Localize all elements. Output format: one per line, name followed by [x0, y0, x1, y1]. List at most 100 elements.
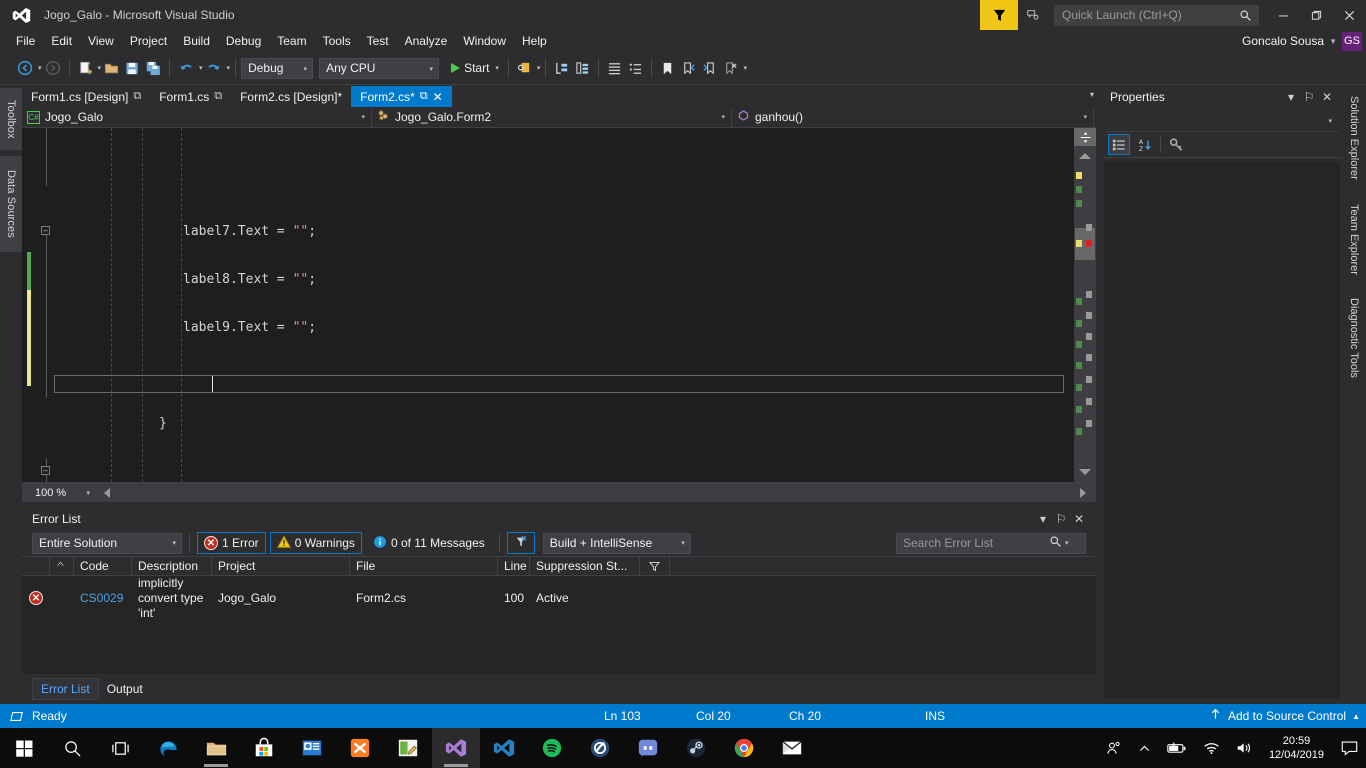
sidebar-item-data-sources[interactable]: Data Sources — [0, 156, 22, 252]
editor-icon[interactable] — [384, 728, 432, 768]
property-pages-key-icon[interactable] — [1165, 134, 1187, 155]
microsoft-store-icon[interactable] — [240, 728, 288, 768]
previous-bookmark-icon[interactable] — [678, 56, 699, 80]
tab-form2-design[interactable]: Form2.cs [Design]* — [231, 86, 352, 107]
zoom-level-combo[interactable]: 100 % ▾ — [32, 483, 94, 502]
chevron-down-icon[interactable]: ▾ — [537, 64, 541, 72]
tab-error-list[interactable]: Error List — [32, 678, 99, 700]
search-button[interactable] — [48, 728, 96, 768]
categorized-view-icon[interactable] — [1108, 134, 1130, 155]
menu-file[interactable]: File — [8, 31, 43, 51]
chevron-down-icon[interactable]: ▼ — [1329, 37, 1337, 46]
column-header-file[interactable]: File — [350, 556, 498, 576]
notification-icon[interactable] — [1018, 0, 1048, 30]
code-editor[interactable]: – – label7.Text = ""; label8.Text = ""; … — [22, 128, 1096, 482]
sidebar-item-solution-explorer[interactable]: Solution Explorer — [1342, 88, 1366, 188]
task-view-button[interactable] — [96, 728, 144, 768]
pin-icon[interactable]: ⚐ — [1052, 509, 1070, 529]
column-header-project[interactable]: Project — [212, 556, 350, 576]
clock[interactable]: 20:59 12/04/2019 — [1261, 734, 1332, 762]
chevron-down-icon[interactable]: ▾ — [1328, 117, 1332, 125]
action-center-icon[interactable] — [1332, 728, 1366, 768]
start-button[interactable] — [0, 728, 48, 768]
show-hidden-icons-icon[interactable] — [1130, 742, 1159, 755]
properties-grid[interactable] — [1104, 162, 1340, 698]
menu-tools[interactable]: Tools — [315, 31, 359, 51]
code-text[interactable]: label7.Text = ""; label8.Text = ""; labe… — [54, 128, 1096, 482]
chevron-down-icon[interactable]: ▾ — [1065, 539, 1069, 547]
menu-test[interactable]: Test — [359, 31, 397, 51]
solution-configuration-combo[interactable]: Debug ▾ — [241, 57, 314, 79]
close-icon[interactable]: ✕ — [1318, 87, 1336, 107]
sidebar-item-team-explorer[interactable]: Team Explorer — [1342, 196, 1366, 282]
warnings-toggle-button[interactable]: 0 Warnings — [269, 532, 362, 554]
column-header-code[interactable]: Code — [74, 556, 132, 576]
battery-charging-icon[interactable] — [1159, 741, 1195, 755]
xampp-icon[interactable] — [336, 728, 384, 768]
add-to-source-control-button[interactable]: Add to Source Control ▲ — [1209, 708, 1360, 724]
navigate-back-icon[interactable] — [14, 56, 36, 80]
menu-analyze[interactable]: Analyze — [397, 31, 456, 51]
collapse-toggle-ganhou[interactable]: – — [41, 226, 50, 235]
start-debug-button[interactable]: Start ▾ — [447, 56, 503, 80]
scroll-left-button[interactable] — [104, 487, 110, 498]
drag-handle[interactable] — [1172, 100, 1274, 102]
tab-overflow-icon[interactable]: ▾ — [1090, 90, 1094, 99]
step-into-icon[interactable] — [551, 56, 572, 80]
chevron-down-icon[interactable]: ▾ — [681, 539, 685, 547]
minimize-button[interactable] — [1267, 0, 1300, 30]
attach-to-process-icon[interactable] — [514, 56, 535, 80]
menu-project[interactable]: Project — [122, 31, 175, 51]
menu-edit[interactable]: Edit — [43, 31, 80, 51]
alphabetical-sort-icon[interactable]: AZ — [1134, 134, 1156, 155]
toolbar-overflow-icon[interactable]: ▾ — [743, 64, 747, 72]
chevron-down-icon[interactable]: ▾ — [1282, 87, 1300, 107]
search-input[interactable] — [1055, 8, 1230, 22]
messages-toggle-button[interactable]: 0 of 11 Messages — [366, 532, 492, 554]
maximize-button[interactable] — [1300, 0, 1333, 30]
chevron-down-icon[interactable]: ▾ — [304, 65, 308, 73]
file-explorer-icon[interactable] — [192, 728, 240, 768]
member-dropdown[interactable]: ganhou() ▾ — [732, 107, 1094, 127]
menu-debug[interactable]: Debug — [218, 31, 269, 51]
split-view-button[interactable] — [1074, 128, 1096, 146]
comment-icon[interactable] — [604, 56, 625, 80]
pin-icon[interactable]: ⧉ — [420, 90, 428, 103]
column-header-sort-indicator[interactable] — [50, 556, 74, 576]
pin-icon[interactable]: ⚐ — [1300, 87, 1318, 107]
error-code[interactable]: CS0029 — [74, 576, 132, 620]
chevron-down-icon[interactable]: ▾ — [86, 489, 90, 497]
step-over-icon[interactable] — [572, 56, 593, 80]
save-all-icon[interactable] — [143, 56, 164, 80]
drag-handle[interactable] — [88, 522, 1026, 524]
visual-studio-icon[interactable] — [432, 728, 480, 768]
column-header-suppression[interactable]: Suppression St... — [530, 556, 640, 576]
errors-toggle-button[interactable]: ✕ 1 Error — [197, 532, 266, 554]
sidebar-item-toolbox[interactable]: Toolbox — [0, 88, 22, 150]
wifi-icon[interactable] — [1195, 741, 1228, 755]
bookmark-icon[interactable] — [657, 56, 678, 80]
steam-icon[interactable] — [672, 728, 720, 768]
save-icon[interactable] — [122, 56, 143, 80]
open-file-icon[interactable] — [101, 56, 122, 80]
chevron-down-icon[interactable]: ▾ — [227, 64, 231, 72]
origin-icon[interactable] — [576, 728, 624, 768]
project-dropdown[interactable]: C# Jogo_Galo ▾ — [22, 107, 372, 127]
solution-platform-combo[interactable]: Any CPU ▾ — [319, 57, 440, 79]
menu-window[interactable]: Window — [455, 31, 514, 51]
search-icon[interactable] — [1049, 535, 1062, 551]
clear-bookmarks-icon[interactable] — [720, 56, 741, 80]
menu-build[interactable]: Build — [175, 31, 218, 51]
close-icon[interactable]: ✕ — [433, 90, 443, 104]
chevron-down-icon[interactable]: ▾ — [172, 539, 176, 547]
redo-icon[interactable] — [203, 56, 225, 80]
build-filter-combo[interactable]: Build + IntelliSense ▾ — [542, 532, 691, 554]
next-bookmark-icon[interactable] — [699, 56, 720, 80]
mail-icon[interactable] — [768, 728, 816, 768]
account-area[interactable]: Goncalo Sousa ▼ GS — [1242, 30, 1362, 52]
chevron-down-icon[interactable]: ▾ — [361, 113, 365, 121]
sidebar-item-diagnostic-tools[interactable]: Diagnostic Tools — [1342, 288, 1366, 388]
column-header-line[interactable]: Line — [498, 556, 530, 576]
filter-icon[interactable] — [640, 556, 670, 576]
properties-object-combo[interactable]: ▾ — [1106, 110, 1338, 132]
